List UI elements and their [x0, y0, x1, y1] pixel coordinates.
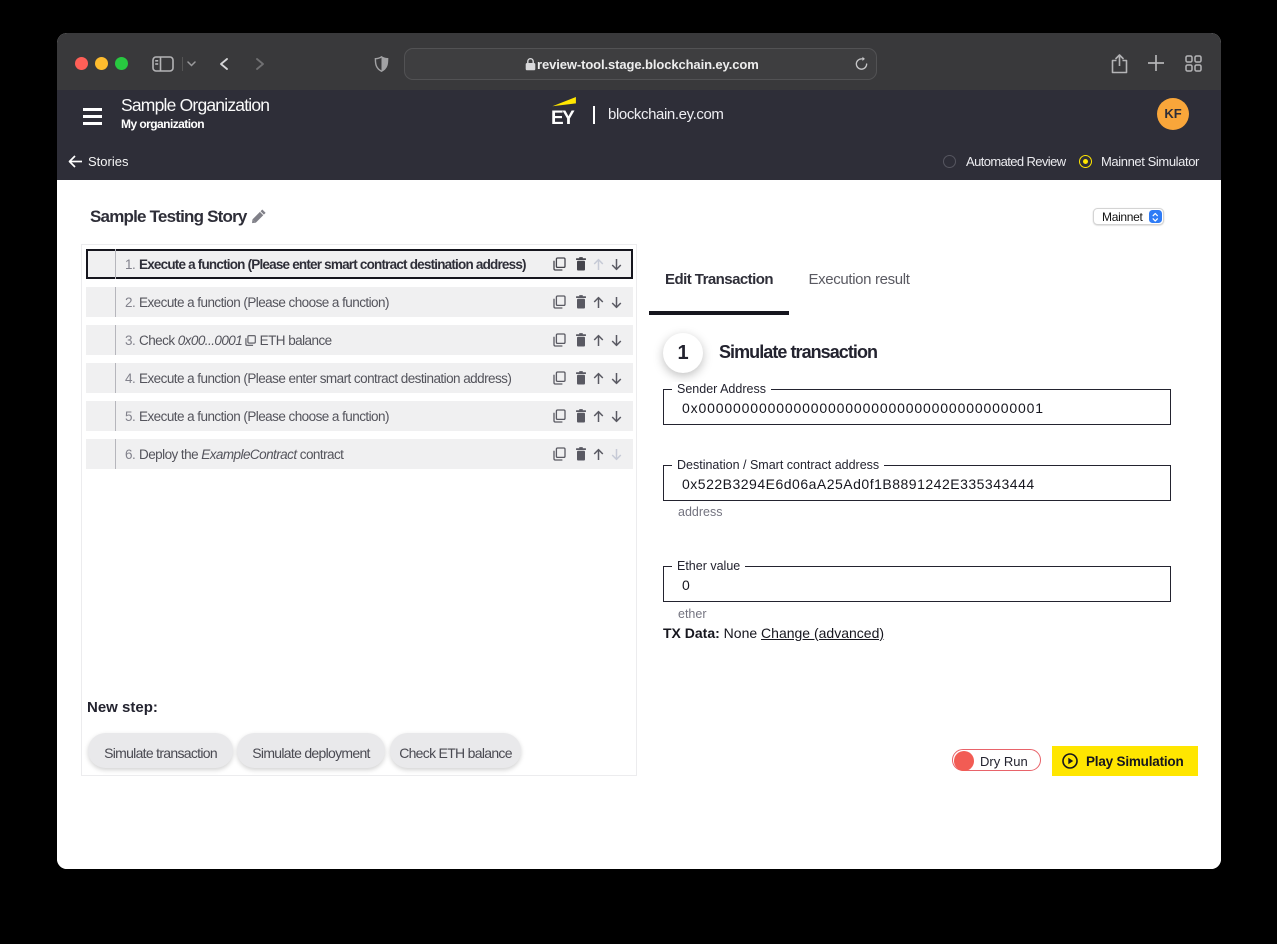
svg-text:EY: EY: [551, 108, 575, 126]
